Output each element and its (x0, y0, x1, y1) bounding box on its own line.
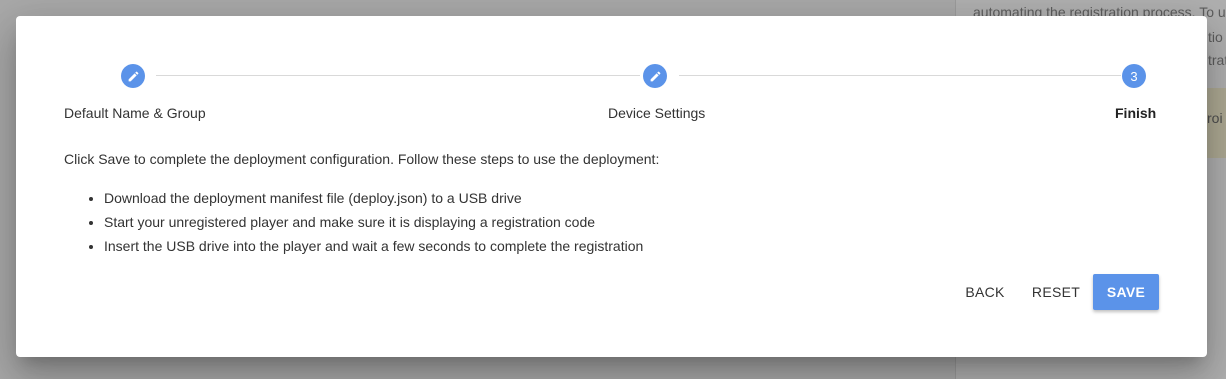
back-button[interactable]: BACK (954, 274, 1016, 310)
deployment-dialog: 3 Default Name & Group Device Settings F… (16, 16, 1207, 357)
background-text: tio (1208, 29, 1223, 45)
step-1-indicator[interactable] (121, 64, 145, 88)
background-text: trat (1208, 52, 1226, 68)
instructions-intro: Click Save to complete the deployment co… (64, 151, 660, 167)
step-label-finish: Finish (1115, 105, 1157, 121)
pencil-icon (128, 71, 138, 81)
list-item: Download the deployment manifest file (d… (104, 186, 643, 210)
background-notice-text: roi (1207, 110, 1223, 126)
reset-button[interactable]: RESET (1024, 274, 1088, 310)
step-label-device-settings[interactable]: Device Settings (608, 105, 705, 121)
step-2-indicator[interactable] (643, 64, 667, 88)
step-label-default-name-group[interactable]: Default Name & Group (64, 105, 206, 121)
list-item: Start your unregistered player and make … (104, 210, 643, 234)
step-connector (156, 75, 640, 76)
save-button[interactable]: SAVE (1093, 274, 1159, 310)
step-3-indicator: 3 (1122, 64, 1146, 88)
pencil-icon (650, 71, 660, 81)
list-item: Insert the USB drive into the player and… (104, 234, 643, 258)
step-connector (679, 75, 1121, 76)
instructions-list: Download the deployment manifest file (d… (64, 186, 643, 258)
